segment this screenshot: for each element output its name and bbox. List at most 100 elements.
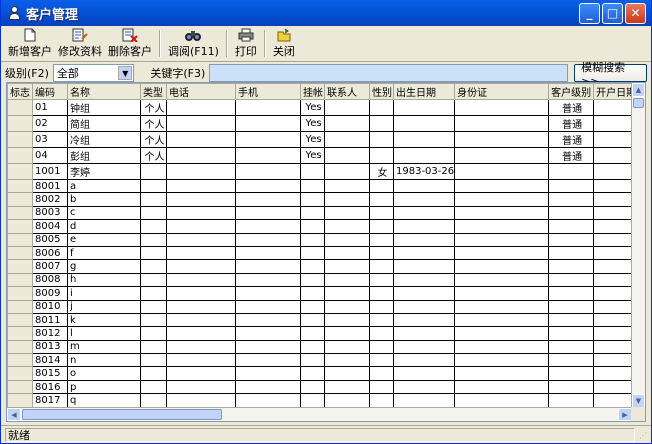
- table-row[interactable]: 8008 h: [7, 272, 640, 288]
- table-cell[interactable]: [324, 219, 370, 234]
- table-cell[interactable]: [235, 147, 301, 164]
- table-cell[interactable]: [235, 131, 301, 148]
- table-cell[interactable]: 女: [369, 163, 394, 180]
- table-cell[interactable]: [548, 245, 595, 261]
- table-cell[interactable]: [369, 232, 394, 247]
- table-row[interactable]: 8015 o: [7, 366, 640, 381]
- table-row[interactable]: 8012 l: [7, 326, 640, 341]
- table-row[interactable]: 8013 m: [7, 339, 640, 355]
- table-cell[interactable]: [324, 312, 370, 328]
- column-header[interactable]: 性别: [369, 83, 394, 100]
- table-row[interactable]: 1001 李婷 女 1983-03-26: [7, 163, 640, 180]
- table-cell[interactable]: [454, 393, 550, 408]
- table-cell[interactable]: [548, 299, 595, 314]
- table-cell[interactable]: h: [67, 272, 141, 288]
- title-bar[interactable]: 客户管理 _ □ ✕: [1, 0, 651, 26]
- row-flag-cell[interactable]: [7, 353, 33, 368]
- table-cell[interactable]: [140, 178, 167, 194]
- table-cell[interactable]: [548, 353, 595, 368]
- table-cell[interactable]: [454, 205, 550, 221]
- row-flag-cell[interactable]: [7, 99, 33, 116]
- table-cell[interactable]: [392, 245, 456, 261]
- table-cell[interactable]: [369, 131, 394, 148]
- table-cell[interactable]: [166, 219, 236, 234]
- table-cell[interactable]: [392, 232, 456, 247]
- table-row[interactable]: 01 钟组 个人 Yes 普通: [7, 99, 640, 116]
- row-flag-cell[interactable]: [7, 147, 33, 164]
- table-cell[interactable]: [548, 259, 595, 274]
- table-cell[interactable]: [300, 326, 325, 341]
- table-cell[interactable]: [300, 393, 325, 408]
- table-cell[interactable]: 钟组: [67, 99, 141, 116]
- table-cell[interactable]: [454, 163, 550, 180]
- table-cell[interactable]: [392, 131, 456, 148]
- table-cell[interactable]: [140, 326, 167, 341]
- row-flag-cell[interactable]: [7, 245, 33, 261]
- table-row[interactable]: 8017 q: [7, 393, 640, 408]
- table-cell[interactable]: 8005: [32, 232, 68, 247]
- table-cell[interactable]: [324, 299, 370, 314]
- table-cell[interactable]: [235, 219, 301, 234]
- table-cell[interactable]: [392, 286, 456, 301]
- table-cell[interactable]: [369, 99, 394, 116]
- table-cell[interactable]: [548, 286, 595, 301]
- table-cell[interactable]: [454, 299, 550, 314]
- table-cell[interactable]: [166, 286, 236, 301]
- table-cell[interactable]: c: [67, 205, 141, 221]
- fuzzy-search-button[interactable]: 模糊搜索>>: [574, 61, 648, 88]
- table-cell[interactable]: p: [67, 379, 141, 395]
- column-header[interactable]: 联系人: [324, 83, 370, 100]
- table-cell[interactable]: [454, 178, 550, 194]
- scroll-left-arrow-icon[interactable]: ◀: [7, 408, 21, 421]
- table-cell[interactable]: [324, 326, 370, 341]
- table-cell[interactable]: 03: [32, 131, 68, 148]
- row-flag-cell[interactable]: [7, 131, 33, 148]
- scroll-up-arrow-icon[interactable]: ▲: [632, 83, 645, 97]
- table-cell[interactable]: Yes: [300, 115, 325, 132]
- table-cell[interactable]: 个人: [140, 99, 167, 116]
- table-cell[interactable]: [166, 232, 236, 247]
- table-cell[interactable]: 8001: [32, 178, 68, 194]
- table-cell[interactable]: [454, 259, 550, 274]
- table-cell[interactable]: [235, 366, 301, 381]
- row-flag-cell[interactable]: [7, 312, 33, 328]
- table-cell[interactable]: [392, 379, 456, 395]
- column-header[interactable]: 类型: [140, 83, 167, 100]
- table-cell[interactable]: [300, 163, 325, 180]
- column-header[interactable]: 客户级别: [548, 83, 595, 100]
- column-header[interactable]: 手机: [235, 83, 301, 100]
- table-cell[interactable]: [140, 339, 167, 355]
- table-cell[interactable]: [369, 286, 394, 301]
- table-cell[interactable]: [392, 272, 456, 288]
- table-cell[interactable]: [324, 131, 370, 148]
- table-cell[interactable]: [235, 245, 301, 261]
- table-cell[interactable]: f: [67, 245, 141, 261]
- table-cell[interactable]: [166, 99, 236, 116]
- table-cell[interactable]: 8011: [32, 312, 68, 328]
- row-flag-cell[interactable]: [7, 379, 33, 395]
- table-cell[interactable]: m: [67, 339, 141, 355]
- table-cell[interactable]: [300, 339, 325, 355]
- table-cell[interactable]: [300, 379, 325, 395]
- table-cell[interactable]: [235, 232, 301, 247]
- table-cell[interactable]: 8016: [32, 379, 68, 395]
- table-cell[interactable]: [454, 245, 550, 261]
- column-header[interactable]: 标志: [7, 83, 33, 100]
- table-row[interactable]: 8004 d: [7, 219, 640, 234]
- column-header[interactable]: 身份证: [454, 83, 550, 100]
- table-cell[interactable]: [548, 366, 595, 381]
- table-cell[interactable]: [235, 353, 301, 368]
- table-cell[interactable]: [235, 286, 301, 301]
- table-cell[interactable]: [454, 379, 550, 395]
- vertical-scrollbar[interactable]: ▲ ▼: [631, 83, 645, 408]
- table-cell[interactable]: 1983-03-26: [392, 163, 456, 180]
- table-cell[interactable]: [548, 339, 595, 355]
- table-cell[interactable]: [235, 393, 301, 408]
- row-flag-cell[interactable]: [7, 366, 33, 381]
- row-flag-cell[interactable]: [7, 219, 33, 234]
- table-cell[interactable]: q: [67, 393, 141, 408]
- table-cell[interactable]: 个人: [140, 147, 167, 164]
- table-cell[interactable]: [166, 339, 236, 355]
- table-row[interactable]: 8003 c: [7, 205, 640, 221]
- table-cell[interactable]: [140, 286, 167, 301]
